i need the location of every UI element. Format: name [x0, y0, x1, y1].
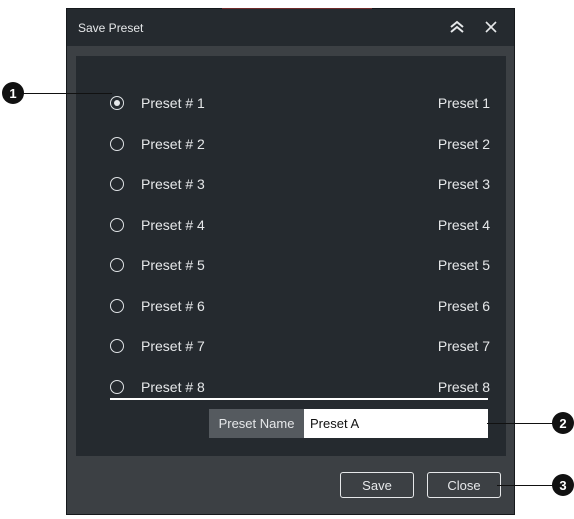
callout-marker-2: 2: [552, 412, 574, 434]
preset-value: Preset 4: [437, 216, 490, 233]
preset-name-input[interactable]: [304, 409, 488, 438]
preset-label: Preset # 4: [141, 216, 205, 233]
preset-label: Preset # 6: [141, 297, 205, 314]
preset-value: Preset 7: [437, 338, 490, 354]
radio-button[interactable]: [110, 96, 124, 110]
preset-value: Preset 5: [437, 257, 490, 273]
preset-label: Preset # 7: [141, 338, 205, 354]
radio-button[interactable]: [110, 136, 124, 151]
preset-value: Preset 2: [437, 135, 490, 152]
radio-button[interactable]: [110, 258, 124, 272]
preset-row-3[interactable]: Preset # 3 Preset 3: [108, 172, 490, 196]
preset-row-2[interactable]: Preset # 2 Preset 2: [108, 132, 490, 156]
preset-value: Preset 6: [437, 297, 490, 314]
radio-button[interactable]: [110, 339, 124, 353]
divider: [110, 398, 488, 400]
preset-label: Preset # 3: [141, 176, 205, 192]
radio-button[interactable]: [110, 298, 124, 313]
preset-label: Preset # 5: [141, 257, 205, 273]
callout-line-1: [20, 92, 112, 94]
preset-label: Preset # 2: [141, 135, 205, 152]
callout-line-2: [487, 422, 557, 424]
preset-label: Preset # 1: [141, 95, 205, 111]
preset-value: Preset 1: [437, 95, 490, 111]
radio-button[interactable]: [110, 177, 124, 191]
preset-value: Preset 3: [437, 176, 490, 192]
preset-label: Preset # 8: [141, 378, 205, 395]
chevron-up-icon[interactable]: [445, 15, 469, 39]
preset-panel: Preset # 1 Preset 1 Preset # 2 Preset 2 Pres…: [76, 56, 506, 456]
preset-row-5[interactable]: Preset # 5 Preset 5: [108, 253, 490, 277]
radio-button[interactable]: [110, 379, 124, 394]
callout-marker-3: 3: [552, 474, 574, 496]
title-bar: Save Preset: [67, 9, 514, 46]
preset-row-1[interactable]: Preset # 1 Preset 1: [108, 91, 490, 115]
callout-marker-1: 1: [2, 82, 24, 104]
close-button[interactable]: Close: [427, 472, 501, 498]
preset-value: Preset 8: [437, 378, 490, 395]
preset-row-8[interactable]: Preset # 8 Preset 8: [108, 375, 490, 399]
close-icon[interactable]: [479, 15, 503, 39]
preset-row-6[interactable]: Preset # 6 Preset 6: [108, 294, 490, 318]
radio-button[interactable]: [110, 217, 124, 232]
save-preset-dialog: Save Preset Preset # 1 Preset 1 Preset # 2…: [66, 8, 515, 515]
dialog-title: Save Preset: [78, 21, 144, 35]
preset-row-4[interactable]: Preset # 4 Preset 4: [108, 213, 490, 237]
preset-row-7[interactable]: Preset # 7 Preset 7: [108, 334, 490, 358]
preset-name-label: Preset Name: [209, 409, 304, 438]
save-button[interactable]: Save: [340, 472, 414, 498]
callout-line-3: [497, 484, 557, 486]
